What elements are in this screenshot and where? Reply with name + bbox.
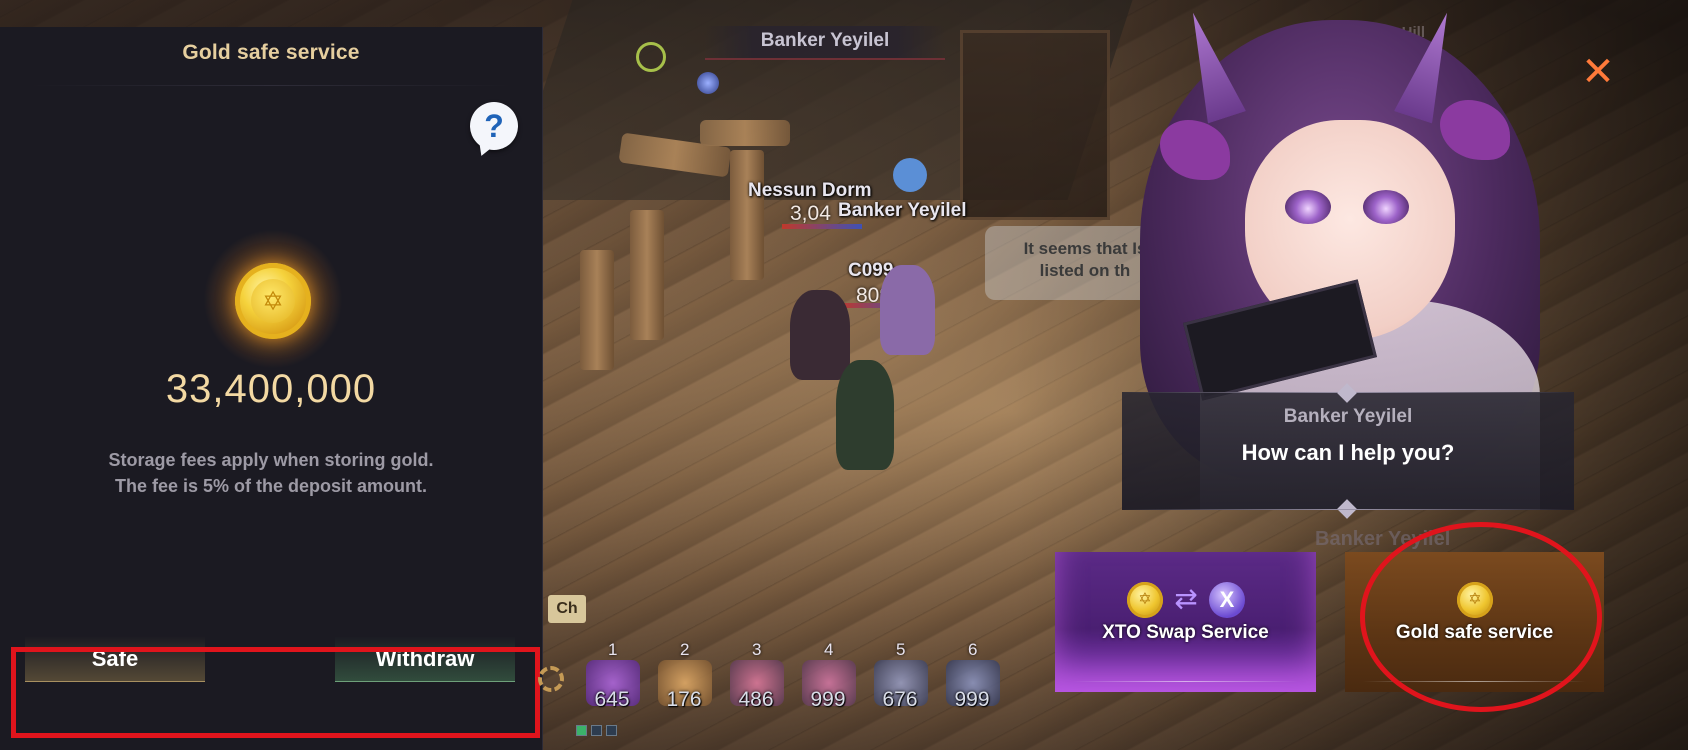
npc-banner: Banker Yeyilel: [705, 26, 945, 60]
slot-key: 4: [824, 640, 834, 659]
xto-swap-service-button[interactable]: ✡ ⇄ X XTO Swap Service: [1055, 552, 1316, 692]
slot-key: 6: [968, 640, 978, 659]
slot-key: 5: [896, 640, 906, 659]
character-sprite[interactable]: [836, 360, 894, 470]
item-hotbar: 1 645 2 176 3 486 4 999 5 676 6 999: [580, 640, 1004, 722]
npc-nameplate: Banker Yeyilel: [838, 200, 967, 221]
gold-coin-icon: ✡: [235, 263, 311, 339]
slot-key: 2: [680, 640, 690, 659]
slot-count: 999: [954, 688, 990, 711]
slot-count: 676: [882, 688, 918, 711]
target-icon[interactable]: [636, 42, 666, 72]
slot-count: 486: [738, 688, 774, 711]
character-sprite[interactable]: [790, 290, 850, 380]
hotbar-slot[interactable]: 3 486: [724, 640, 788, 720]
withdraw-button[interactable]: Withdraw: [335, 636, 515, 682]
slot-key: 3: [752, 640, 762, 659]
gold-coin-icon: ✡: [1457, 582, 1493, 618]
fee-note-line: Storage fees apply when storing gold.: [108, 450, 434, 470]
coin-emblem: ✡: [1138, 591, 1152, 608]
npc-dialog-text: How can I help you?: [1241, 440, 1455, 465]
pet-sprite: [893, 158, 927, 192]
npc-dialog-box: Banker Yeyilel How can I help you?: [1122, 383, 1574, 519]
hotbar-slot[interactable]: 1 645: [580, 640, 644, 720]
hotbar-slot[interactable]: 5 676: [868, 640, 932, 720]
hotbar-slot[interactable]: 2 176: [652, 640, 716, 720]
gold-service-label: Gold safe service: [1395, 622, 1554, 643]
npc-name: Banker Yeyilel: [1283, 406, 1413, 427]
hotbar-settings-icon[interactable]: [538, 666, 564, 692]
slot-key: 1: [608, 640, 618, 659]
hotbar-slot[interactable]: 4 999: [796, 640, 860, 720]
gold-safe-service-button[interactable]: ✡ Gold safe service: [1345, 552, 1604, 692]
card-divider: [1363, 681, 1586, 682]
page-dot[interactable]: [591, 725, 602, 736]
fee-note-line: The fee is 5% of the deposit amount.: [114, 476, 428, 496]
npc-eye: [1363, 190, 1409, 224]
coin-emblem: ✡: [1468, 591, 1482, 608]
close-icon[interactable]: ✕: [1578, 52, 1618, 92]
xto-service-label: XTO Swap Service: [1102, 622, 1269, 643]
swap-arrows-icon: ⇄: [1174, 583, 1198, 614]
panel-title: Gold safe service: [182, 41, 360, 64]
character-sprite[interactable]: [880, 265, 935, 355]
orb-icon: [697, 72, 719, 94]
slot-count: 176: [666, 688, 702, 711]
gold-amount: 33,400,000: [165, 367, 377, 411]
hotbar-slot[interactable]: 6 999: [940, 640, 1004, 720]
xto-token-icon: X: [1209, 582, 1245, 618]
gold-coin-icon: ✡: [1127, 582, 1163, 618]
player-hp-bar: [782, 224, 862, 229]
faded-npc-label: Banker Yeyilel: [1315, 528, 1451, 550]
page-dot[interactable]: [576, 725, 587, 736]
gold-safe-panel: Gold safe service ? ✡ 33,400,000 Storage…: [0, 27, 543, 750]
channel-tag[interactable]: Ch: [548, 595, 586, 623]
page-dot[interactable]: [606, 725, 617, 736]
help-icon[interactable]: ?: [470, 102, 518, 150]
safe-button[interactable]: Safe: [25, 636, 205, 682]
card-divider: [1073, 681, 1298, 682]
hotbar-page-dots[interactable]: [576, 725, 617, 736]
npc-eye: [1285, 190, 1331, 224]
fee-note: Storage fees apply when storing gold. Th…: [0, 447, 542, 499]
title-divider: [30, 85, 512, 86]
player-value: 3,04: [790, 202, 831, 225]
slot-count: 999: [810, 688, 846, 711]
player-nameplate: Nessun Dorm: [748, 180, 872, 201]
star-emblem-icon: ✡: [251, 279, 295, 323]
slot-count: 645: [594, 688, 630, 711]
